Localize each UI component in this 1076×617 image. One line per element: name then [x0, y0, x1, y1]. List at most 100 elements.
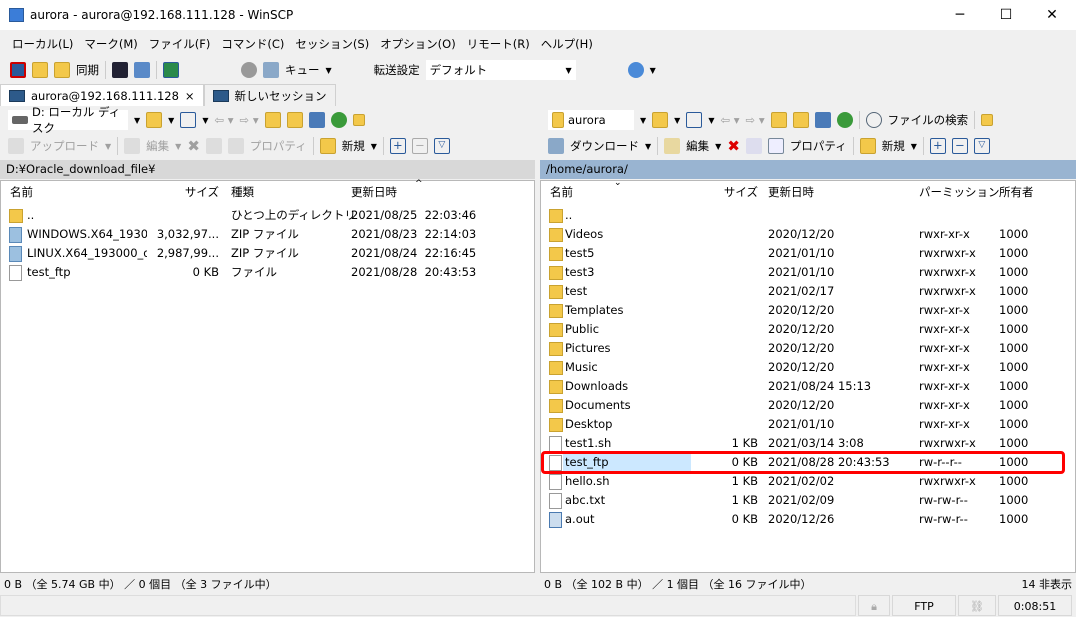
new-button[interactable]: 新規 [882, 138, 905, 154]
download-button[interactable]: ダウンロード [570, 138, 639, 154]
menu-options[interactable]: オプション(O) [380, 36, 456, 52]
select-plus-icon[interactable]: + [389, 138, 406, 154]
column-type[interactable]: 種類 [231, 184, 254, 200]
column-name[interactable]: 名前 [10, 184, 33, 200]
table-row[interactable]: a.out 0 KB 2020/12/26 rw-rw-r-- 1000 [541, 510, 1075, 529]
filter-icon[interactable] [180, 112, 197, 128]
close-tab-icon[interactable]: × [185, 89, 195, 103]
synchronize-icon[interactable] [54, 62, 70, 78]
minimize-button[interactable]: ─ [937, 0, 983, 30]
edit-button[interactable]: 編集 [146, 138, 169, 154]
table-row[interactable]: Templates 2020/12/20 rwxr-xr-x 1000 [541, 301, 1075, 320]
new-button[interactable]: 新規 [342, 138, 365, 154]
forward-icon[interactable]: ⇨ ▾ [746, 113, 765, 127]
chevron-down-icon[interactable]: ▼ [134, 116, 140, 125]
menu-file[interactable]: ファイル(F) [149, 36, 211, 52]
filter-icon[interactable] [686, 112, 703, 128]
properties-button[interactable]: プロパティ [790, 138, 847, 154]
menu-remote[interactable]: リモート(R) [467, 36, 530, 52]
tree-icon[interactable] [981, 114, 994, 126]
chevron-down-icon[interactable]: ▼ [640, 116, 646, 125]
root-directory-icon[interactable] [792, 112, 809, 128]
local-path-bar[interactable]: D:¥Oracle_download_file¥ [0, 160, 535, 179]
table-row[interactable]: test 2021/02/17 rwxrwxr-x 1000 [541, 282, 1075, 301]
column-size[interactable]: サイズ [151, 184, 219, 200]
table-row[interactable]: Music 2020/12/20 rwxr-xr-x 1000 [541, 358, 1075, 377]
home-icon[interactable] [814, 112, 831, 128]
open-directory-icon[interactable] [146, 112, 163, 128]
select-minus-icon[interactable]: − [411, 138, 428, 154]
table-row[interactable]: Videos 2020/12/20 rwxr-xr-x 1000 [541, 225, 1075, 244]
find-files-button[interactable]: ファイルの検索 [888, 112, 969, 128]
parent-directory-icon[interactable] [264, 112, 281, 128]
select-minus-icon[interactable]: − [951, 138, 968, 154]
table-row[interactable]: Desktop 2021/01/10 rwxr-xr-x 1000 [541, 415, 1075, 434]
table-row[interactable]: .. ひとつ上のディレクトリ 2021/08/25 22:03:46 [1, 206, 534, 225]
tab-new-session[interactable]: 新しいセッション [203, 84, 336, 106]
gear-icon[interactable] [241, 62, 257, 78]
close-button[interactable]: ✕ [1029, 0, 1075, 30]
table-row[interactable]: test5 2021/01/10 rwxrwxr-x 1000 [541, 244, 1075, 263]
local-file-list[interactable]: 名前 サイズ 種類 更新日時 ^ .. ひとつ上のディレクトリ 2021/08/25… [0, 179, 535, 573]
table-row[interactable]: test_ftp 0 KB ファイル 2021/08/28 20:43:53 [1, 263, 534, 282]
chevron-down-icon[interactable]: ▼ [326, 66, 332, 75]
column-modified[interactable]: 更新日時 [768, 184, 814, 200]
tree-icon[interactable] [352, 114, 365, 126]
globe-icon[interactable] [627, 62, 644, 78]
delete-icon[interactable]: ✖ [727, 137, 740, 155]
maximize-button[interactable]: ☐ [983, 0, 1029, 30]
table-row[interactable]: Documents 2020/12/20 rwxr-xr-x 1000 [541, 396, 1075, 415]
select-all-icon[interactable]: ▽ [973, 138, 990, 154]
queue-icon[interactable] [263, 62, 279, 78]
tab-session-aurora[interactable]: aurora@192.168.111.128 × [0, 84, 204, 106]
open-directory-icon[interactable] [652, 112, 669, 128]
root-directory-icon[interactable] [286, 112, 303, 128]
back-icon[interactable]: ⇦ ▾ [214, 113, 233, 127]
remote-file-list[interactable]: 名前 ⌄ サイズ 更新日時 パーミッション 所有者 .. Videos 2020/1… [540, 178, 1076, 573]
delete-icon[interactable]: ✖ [187, 137, 200, 155]
rename-icon[interactable] [205, 138, 222, 154]
synchronize-browsing-icon[interactable] [32, 62, 48, 78]
remote-folder-select[interactable]: aurora [548, 110, 634, 130]
menu-mark[interactable]: マーク(M) [84, 36, 137, 52]
home-icon[interactable] [308, 112, 325, 128]
column-name[interactable]: 名前 [550, 184, 573, 200]
refresh-icon[interactable] [330, 112, 347, 128]
menu-command[interactable]: コマンド(C) [221, 36, 284, 52]
table-row[interactable]: WINDOWS.X64_19300... 3,032,97... ZIP ファイル 2… [1, 225, 534, 244]
upload-button[interactable]: アップロード [30, 138, 99, 154]
parent-directory-icon[interactable] [770, 112, 787, 128]
column-size[interactable]: サイズ [701, 184, 758, 200]
terminal-icon[interactable] [112, 62, 128, 78]
compare-directories-icon[interactable] [10, 62, 26, 78]
table-row[interactable]: Pictures 2020/12/20 rwxr-xr-x 1000 [541, 339, 1075, 358]
back-icon[interactable]: ⇦ ▾ [720, 113, 739, 127]
menu-session[interactable]: セッション(S) [295, 36, 369, 52]
edit-button[interactable]: 編集 [686, 138, 709, 154]
table-row[interactable]: abc.txt 1 KB 2021/02/09 rw-rw-r-- 1000 [541, 491, 1075, 510]
table-row[interactable]: test3 2021/01/10 rwxrwxr-x 1000 [541, 263, 1075, 282]
local-drive-select[interactable]: D: ローカル ディスク [8, 105, 128, 135]
forward-icon[interactable]: ⇨ ▾ [240, 113, 259, 127]
select-all-icon[interactable]: ▽ [433, 138, 450, 154]
select-plus-icon[interactable]: + [929, 138, 946, 154]
column-permissions[interactable]: パーミッション [919, 184, 1000, 200]
table-row[interactable]: LINUX.X64_193000_db... 2,987,99... ZIP ファイ… [1, 244, 534, 263]
synchronize-button[interactable]: 同期 [76, 62, 99, 78]
column-modified[interactable]: 更新日時 [351, 184, 397, 200]
queue-button[interactable]: キュー [285, 62, 320, 78]
menu-local[interactable]: ローカル(L) [12, 36, 73, 52]
menu-help[interactable]: ヘルプ(H) [541, 36, 593, 52]
table-row[interactable]: .. [541, 206, 1075, 225]
rename-icon[interactable] [745, 138, 762, 154]
properties-button[interactable]: プロパティ [250, 138, 307, 154]
transfer-settings-select[interactable]: デフォルト ▼ [425, 60, 576, 80]
refresh-session-icon[interactable] [163, 62, 179, 78]
refresh-icon[interactable] [836, 112, 853, 128]
remote-path-bar[interactable]: /home/aurora/ [540, 160, 1076, 179]
putty-icon[interactable] [134, 62, 150, 78]
column-owner[interactable]: 所有者 [999, 184, 1034, 200]
table-row[interactable]: Downloads 2021/08/24 15:13 rwxr-xr-x 1000 [541, 377, 1075, 396]
table-row[interactable]: test_ftp 0 KB 2021/08/28 20:43:53 rw-r--r--… [541, 451, 1075, 474]
table-row[interactable]: Public 2020/12/20 rwxr-xr-x 1000 [541, 320, 1075, 339]
